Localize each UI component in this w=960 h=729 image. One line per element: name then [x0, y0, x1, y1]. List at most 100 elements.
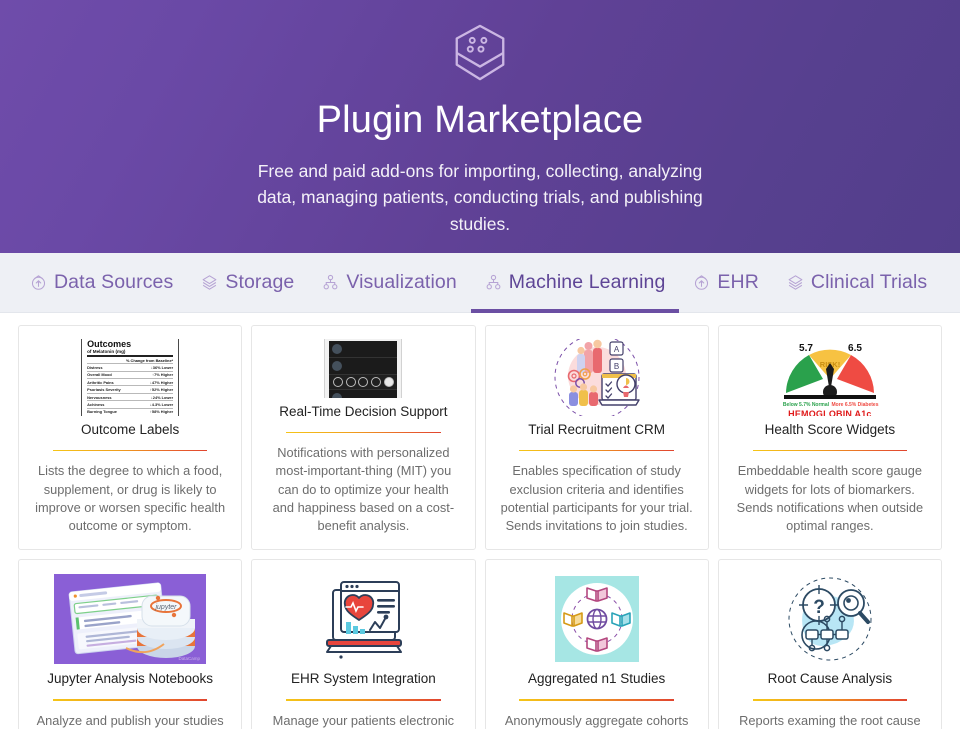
plugin-hexagon-icon [455, 24, 505, 81]
tab-label: Storage [225, 271, 295, 293]
card-title: Health Score Widgets [764, 421, 896, 437]
card-divider [286, 698, 441, 701]
card-divider [752, 449, 908, 452]
outcome-row: Overall Mood ↑7% Higher [87, 370, 174, 378]
category-tabbar: Data Sources Storage Visualization Machi… [0, 253, 960, 313]
tab-data-sources[interactable]: Data Sources [16, 253, 187, 313]
tab-label: EHR [717, 271, 759, 293]
plugin-card-real-time-decision-support[interactable]: Real-Time Decision Support Notifications… [251, 325, 476, 550]
outcome-rule [87, 355, 174, 358]
outcome-row-value: ↓47% Higher [149, 379, 174, 385]
notification-item [329, 390, 397, 399]
root-cause-illustration-icon: ? [788, 577, 872, 661]
outcome-row-name: Arthritic Pains [87, 379, 114, 385]
tag-a-label: A [613, 345, 619, 354]
tab-label: Data Sources [54, 271, 174, 293]
tab-clinical-trials[interactable]: Clinical Trials [773, 253, 941, 313]
tab-ehr[interactable]: EHR [679, 253, 772, 313]
aggregated-books-illustration-icon [554, 576, 639, 662]
outcome-label-table-icon: Outcomes of Melatonin (mg) % Change from… [81, 339, 180, 416]
card-thumbnail: ? [731, 573, 929, 665]
tab-label: Machine Learning [508, 271, 666, 293]
outcome-row-name: Burning Tongue [87, 409, 117, 415]
gauge-right-caption: More 6.5% Diabetes [831, 402, 878, 408]
outcome-row-value: ↓4.3% Lower [149, 401, 174, 407]
card-description: Embeddable health score gauge widgets fo… [736, 463, 924, 533]
card-description: Analyze and publish your studies with Py… [36, 712, 224, 728]
gauge-left-caption: Below 5.7% Normal [783, 402, 830, 408]
rating-face[interactable] [332, 376, 343, 387]
jupyter-illustration-icon: jupyter DataCamp [54, 574, 207, 664]
outcome-row: Psoriasis Severity ↑52% Higher [87, 385, 174, 393]
layers-icon [202, 275, 217, 290]
sitemap-icon [323, 274, 338, 290]
outcome-row-name: Nervousness [87, 394, 112, 400]
plugin-card-aggregated-n1-studies[interactable]: Aggregated n1 Studies Anonymously aggreg… [484, 559, 709, 729]
outcome-row-name: Distress [87, 365, 103, 371]
card-thumbnail: 5.7 6.5 RISK! Below 5.7% Normal More 6.5… [731, 339, 929, 416]
tab-label: Clinical Trials [810, 271, 928, 293]
outcome-row-name: Overall Mood [87, 372, 112, 378]
outcome-row: Arthritic Pains ↓47% Higher [87, 378, 174, 385]
outcome-row: Distress ↓36% Lower [87, 363, 174, 371]
outcome-row-name: Psoriasis Severity [87, 387, 121, 393]
card-description: Notifications with personalized most-imp… [272, 445, 455, 533]
card-title: Aggregated n1 Studies [527, 671, 666, 686]
upload-circle-icon [695, 275, 709, 290]
rating-face[interactable] [345, 376, 356, 387]
ehr-laptop-illustration-icon [326, 581, 403, 659]
outcome-subheading: of Melatonin (mg) [87, 349, 126, 355]
outcome-row: Achiness ↓4.3% Lower [87, 400, 174, 407]
plugin-card-outcome-labels[interactable]: Outcomes of Melatonin (mg) % Change from… [18, 325, 243, 550]
tag-b-label: B [613, 362, 618, 371]
card-description: Manage your patients electronic health r… [272, 712, 455, 728]
card-description: Lists the degree to which a food, supple… [35, 463, 226, 533]
outcome-heading: Outcomes [87, 339, 132, 349]
avatar [332, 343, 343, 354]
plugin-card-root-cause-analysis[interactable]: ? Root Cause Analysis Reports examing th… [717, 559, 942, 729]
plugin-card-trial-recruitment-crm[interactable]: A B Trial Recruitment CRM Enables specif… [484, 325, 709, 550]
rating-face[interactable] [371, 376, 382, 387]
gauge-title: HEMOGLOBIN A1c [788, 409, 872, 416]
outcome-row-value: ↑7% Higher [152, 372, 174, 378]
plugin-card-jupyter-analysis-notebooks[interactable]: jupyter DataCamp Jupyter Analysis Notebo… [18, 559, 243, 729]
notification-item [329, 341, 398, 358]
phone-notifications-icon [324, 339, 403, 399]
tab-machine-learning[interactable]: Machine Learning [470, 253, 680, 313]
tab-storage[interactable]: Storage [187, 253, 308, 313]
gauge-low-tick: 5.7 [799, 343, 813, 354]
card-title: Outcome Labels [80, 421, 180, 437]
card-title: Trial Recruitment CRM [528, 421, 666, 437]
card-divider [52, 449, 208, 452]
avatar [332, 360, 343, 371]
card-description: Enables specification of study exclusion… [500, 463, 693, 533]
card-thumbnail: Outcomes of Melatonin (mg) % Change from… [31, 339, 229, 416]
outcome-row-value: ↑58% Higher [149, 409, 174, 415]
card-description: Anonymously aggregate cohorts of individ… [504, 712, 689, 728]
jupyter-watermark: DataCamp [179, 656, 201, 661]
gauge-high-tick: 6.5 [848, 343, 862, 354]
outcome-row-value: ↓36% Lower [150, 365, 174, 371]
page-title: Plugin Marketplace [316, 99, 644, 141]
card-divider [286, 431, 441, 434]
layers-icon [788, 275, 803, 290]
sitemap-icon [486, 274, 501, 290]
gauge-svg: 5.7 6.5 RISK! Below 5.7% Normal More 6.5… [783, 343, 879, 408]
tab-visualization[interactable]: Visualization [308, 253, 470, 313]
rating-face-row[interactable] [329, 374, 398, 390]
card-title: Jupyter Analysis Notebooks [47, 671, 214, 686]
notification-item [329, 358, 398, 375]
rating-face[interactable] [358, 376, 369, 387]
card-thumbnail [264, 339, 462, 399]
outcome-row-name: Achiness [87, 401, 105, 407]
phone-screen [329, 340, 398, 399]
outcome-row: Burning Tongue ↑58% Higher [87, 407, 174, 415]
card-divider [752, 698, 908, 701]
outcome-row-value: ↑52% Higher [149, 387, 174, 393]
upload-circle-icon [31, 275, 46, 290]
card-divider [52, 698, 208, 701]
tab-label: Visualization [346, 271, 457, 293]
plugin-card-ehr-system-integration[interactable]: EHR System Integration Manage your patie… [251, 559, 476, 729]
rating-face[interactable] [383, 376, 394, 387]
plugin-card-health-score-widgets[interactable]: 5.7 6.5 RISK! Below 5.7% Normal More 6.5… [717, 325, 942, 550]
